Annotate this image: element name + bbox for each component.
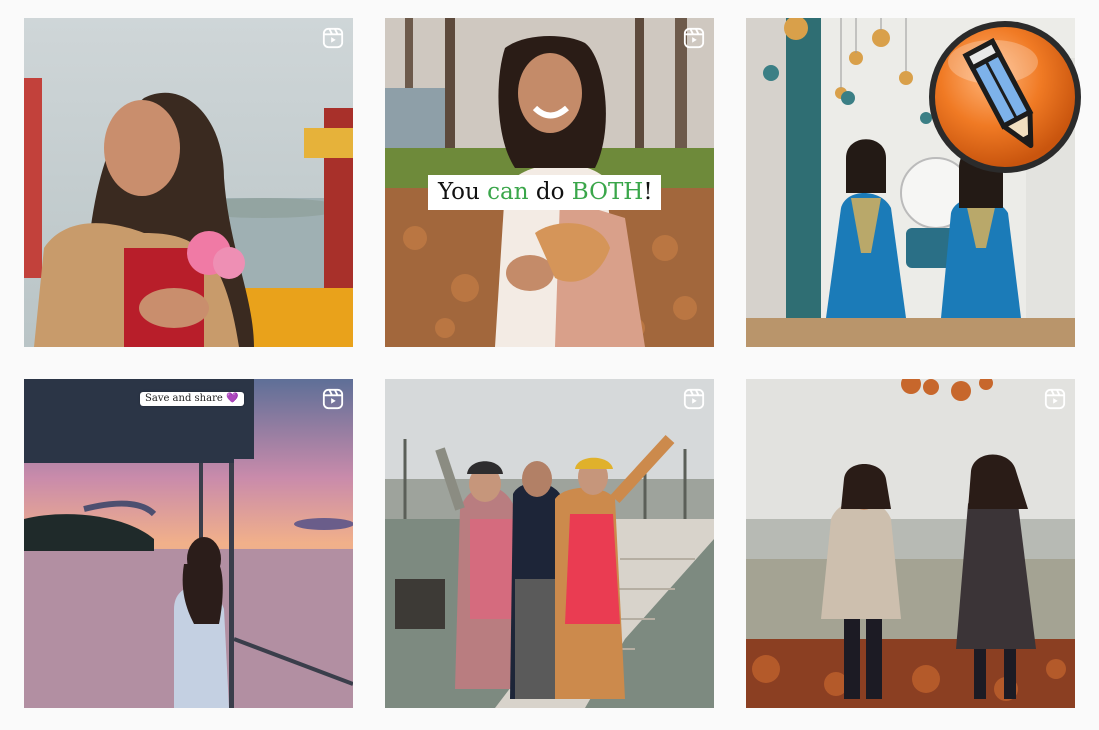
pencil-icon [929, 21, 1081, 173]
pencil-edit-badge[interactable] [925, 17, 1085, 177]
post-image-sunset-houseboat [24, 379, 353, 708]
caption-text-part: ! [643, 179, 653, 205]
sticker-text: Save and share [145, 393, 223, 404]
save-and-share-sticker: Save and share 💜 [140, 392, 245, 406]
caption-text-part: do [528, 179, 572, 205]
reels-icon [1044, 388, 1066, 410]
reels-grid: You can do BOTH! Save and share 💜 [0, 0, 1099, 730]
reels-icon [683, 388, 705, 410]
caption-highlight-both: BOTH [571, 179, 644, 205]
reels-icon [322, 27, 344, 49]
post-tile-5[interactable] [385, 379, 714, 708]
post-image-girl-with-flowers [24, 18, 353, 347]
caption-text-part: You [438, 179, 488, 205]
post-tile-2[interactable]: You can do BOTH! [385, 18, 714, 347]
caption-highlight-can: can [487, 179, 529, 205]
post-tile-4[interactable]: Save and share 💜 [24, 379, 353, 708]
post-image-friends-on-jetty [385, 379, 714, 708]
reels-icon [683, 27, 705, 49]
purple-heart-icon: 💜 [225, 393, 239, 404]
post-caption-overlay: You can do BOTH! [428, 175, 661, 210]
post-tile-1[interactable] [24, 18, 353, 347]
post-tile-6[interactable] [746, 379, 1075, 708]
reels-icon [322, 388, 344, 410]
post-image-autumn-field [746, 379, 1075, 708]
